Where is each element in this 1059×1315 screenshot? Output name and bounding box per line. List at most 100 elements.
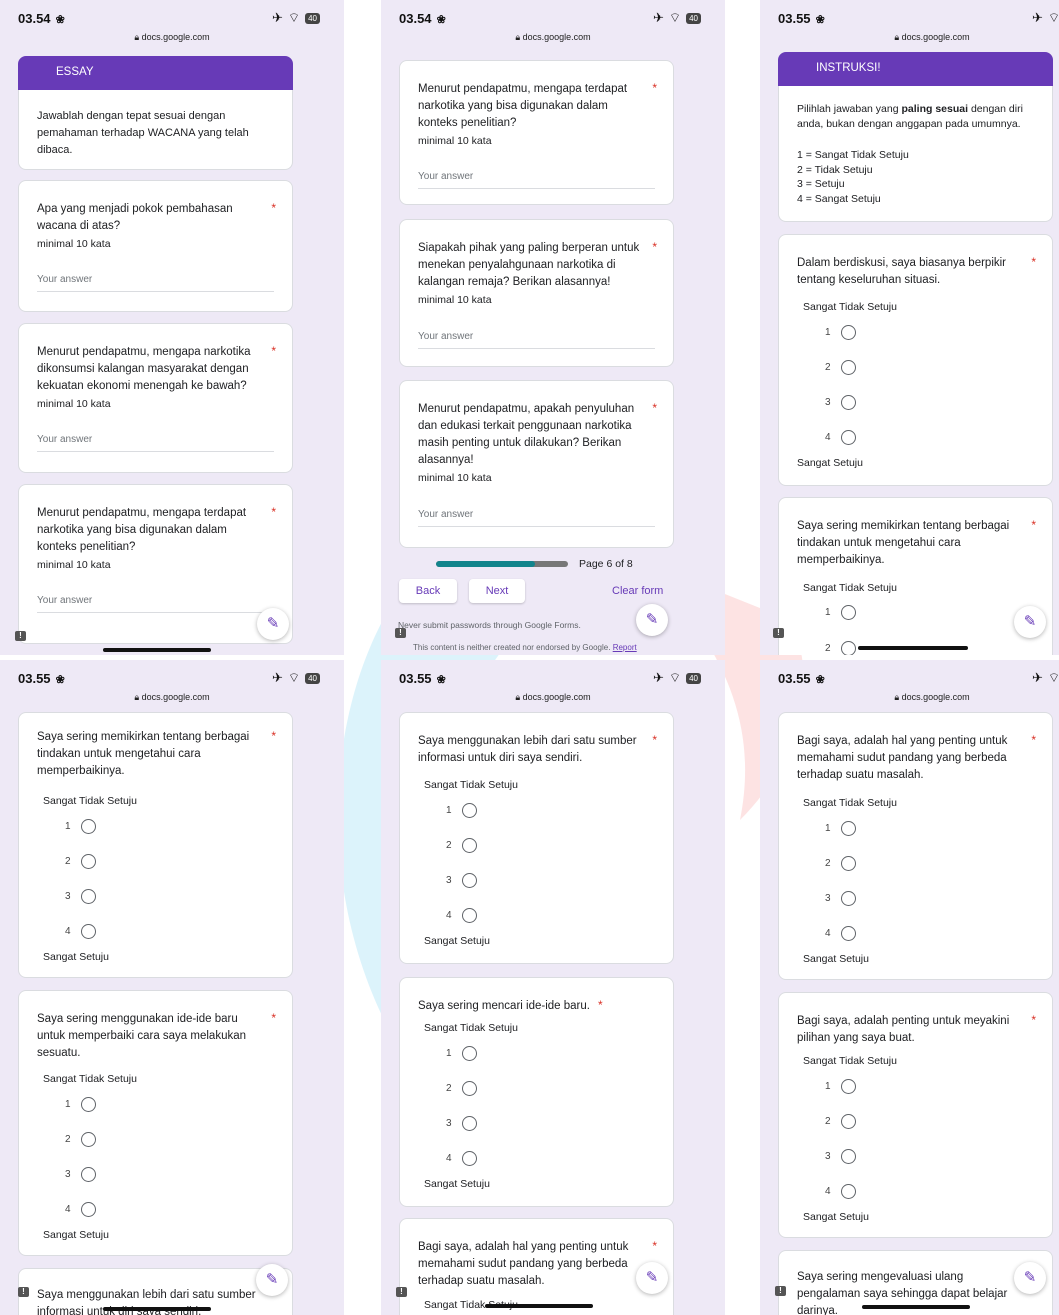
radio-option[interactable]: 4 — [825, 430, 856, 445]
lock-icon: 🔒︎ — [894, 32, 900, 42]
radio-option[interactable]: 3 — [446, 1116, 477, 1131]
answer-input[interactable]: Your answer — [37, 434, 274, 452]
answer-input[interactable]: Your answer — [37, 595, 274, 613]
radio-button[interactable] — [461, 1046, 477, 1061]
question-hint: minimal 10 kata — [418, 294, 492, 306]
url-bar[interactable]: 🔒︎ docs.google.com — [381, 32, 725, 43]
edit-pencil-button[interactable]: ✎ — [1014, 606, 1046, 638]
radio-button[interactable] — [840, 1149, 856, 1164]
radio-button[interactable] — [80, 1132, 96, 1147]
screenshot-likert-2: 03.55 ❀ ✈ ⌔ 40 🔒︎ docs.google.com Saya ser… — [0, 660, 344, 1315]
answer-input[interactable]: Your answer — [37, 274, 274, 292]
radio-option[interactable]: 1 — [825, 821, 856, 836]
feedback-icon[interactable]: ! — [18, 1287, 29, 1297]
feedback-icon[interactable]: ! — [396, 1287, 407, 1297]
radio-button[interactable] — [461, 908, 477, 923]
radio-option[interactable]: 3 — [825, 891, 856, 906]
radio-button[interactable] — [840, 1114, 856, 1129]
radio-option[interactable]: 2 — [65, 854, 96, 869]
radio-option[interactable]: 1 — [446, 803, 477, 818]
radio-button[interactable] — [461, 1081, 477, 1096]
radio-option[interactable]: 2 — [446, 1081, 477, 1096]
radio-option[interactable]: 3 — [446, 873, 477, 888]
radio-option[interactable]: 1 — [825, 1079, 856, 1094]
url-bar[interactable]: 🔒︎ docs.google.com — [0, 692, 344, 703]
radio-option[interactable]: 3 — [825, 1149, 856, 1164]
radio-option[interactable]: 4 — [825, 1184, 856, 1199]
next-button[interactable]: Next — [469, 579, 525, 603]
radio-option[interactable]: 4 — [65, 924, 96, 939]
radio-option[interactable]: 2 — [446, 838, 477, 853]
option-number: 1 — [65, 821, 71, 832]
radio-option[interactable]: 3 — [65, 889, 96, 904]
radio-button[interactable] — [461, 838, 477, 853]
airplane-icon: ✈ — [1031, 10, 1043, 25]
answer-input[interactable]: Your answer — [418, 171, 655, 189]
radio-button[interactable] — [840, 1184, 856, 1199]
radio-option[interactable]: 2 — [825, 641, 856, 655]
url-bar[interactable]: 🔒︎ docs.google.com — [0, 32, 344, 43]
radio-option[interactable]: 4 — [825, 926, 856, 941]
home-indicator — [103, 648, 211, 652]
radio-option[interactable]: 1 — [825, 605, 856, 620]
radio-button[interactable] — [461, 803, 477, 818]
radio-option[interactable]: 2 — [825, 856, 856, 871]
feedback-icon[interactable]: ! — [773, 628, 784, 638]
report-link[interactable]: Report — [613, 643, 637, 652]
radio-option[interactable]: 4 — [65, 1202, 96, 1217]
radio-button[interactable] — [840, 325, 856, 340]
answer-input[interactable]: Your answer — [418, 331, 655, 349]
radio-button[interactable] — [840, 641, 856, 655]
radio-button[interactable] — [80, 819, 96, 834]
radio-button[interactable] — [840, 605, 856, 620]
radio-option[interactable]: 3 — [65, 1167, 96, 1182]
feedback-icon[interactable]: ! — [15, 631, 26, 641]
edit-pencil-button[interactable]: ✎ — [1014, 1262, 1046, 1294]
radio-button[interactable] — [80, 1167, 96, 1182]
radio-button[interactable] — [80, 889, 96, 904]
radio-button[interactable] — [80, 924, 96, 939]
url-text: docs.google.com — [141, 692, 210, 702]
radio-button[interactable] — [840, 430, 856, 445]
radio-button[interactable] — [461, 1116, 477, 1131]
edit-pencil-button[interactable]: ✎ — [256, 1264, 288, 1296]
url-bar[interactable]: 🔒︎ docs.google.com — [760, 692, 1059, 703]
radio-option[interactable]: 2 — [825, 360, 856, 375]
answer-input[interactable]: Your answer — [418, 509, 655, 527]
question-text: Bagi saya, adalah hal yang penting untuk… — [797, 735, 1008, 781]
feedback-icon[interactable]: ! — [775, 1286, 786, 1296]
radio-option[interactable]: 1 — [446, 1046, 477, 1061]
edit-pencil-button[interactable]: ✎ — [636, 1262, 668, 1294]
radio-option[interactable]: 1 — [825, 325, 856, 340]
url-bar[interactable]: 🔒︎ docs.google.com — [760, 32, 1059, 43]
radio-button[interactable] — [840, 926, 856, 941]
radio-button[interactable] — [840, 395, 856, 410]
edit-pencil-button[interactable]: ✎ — [636, 604, 668, 636]
clear-form-button[interactable]: Clear form — [612, 585, 663, 597]
feedback-icon[interactable]: ! — [395, 628, 406, 638]
radio-option[interactable]: 4 — [446, 908, 477, 923]
back-button[interactable]: Back — [399, 579, 457, 603]
radio-button[interactable] — [461, 1151, 477, 1166]
radio-button[interactable] — [461, 873, 477, 888]
radio-button[interactable] — [840, 821, 856, 836]
radio-button[interactable] — [840, 891, 856, 906]
option-number: 2 — [65, 1134, 71, 1145]
radio-option[interactable]: 4 — [446, 1151, 477, 1166]
radio-button[interactable] — [840, 856, 856, 871]
edit-pencil-button[interactable]: ✎ — [257, 608, 289, 640]
radio-button[interactable] — [840, 360, 856, 375]
radio-option[interactable]: 2 — [65, 1132, 96, 1147]
wifi-icon: ⌔ — [668, 670, 682, 685]
paw-icon: ❀ — [812, 14, 825, 26]
radio-button[interactable] — [840, 1079, 856, 1094]
radio-button[interactable] — [80, 1097, 96, 1112]
radio-button[interactable] — [80, 854, 96, 869]
paw-icon: ❀ — [433, 14, 446, 26]
url-bar[interactable]: 🔒︎ docs.google.com — [381, 692, 725, 703]
radio-option[interactable]: 1 — [65, 1097, 96, 1112]
radio-option[interactable]: 1 — [65, 819, 96, 834]
radio-button[interactable] — [80, 1202, 96, 1217]
radio-option[interactable]: 3 — [825, 395, 856, 410]
radio-option[interactable]: 2 — [825, 1114, 856, 1129]
